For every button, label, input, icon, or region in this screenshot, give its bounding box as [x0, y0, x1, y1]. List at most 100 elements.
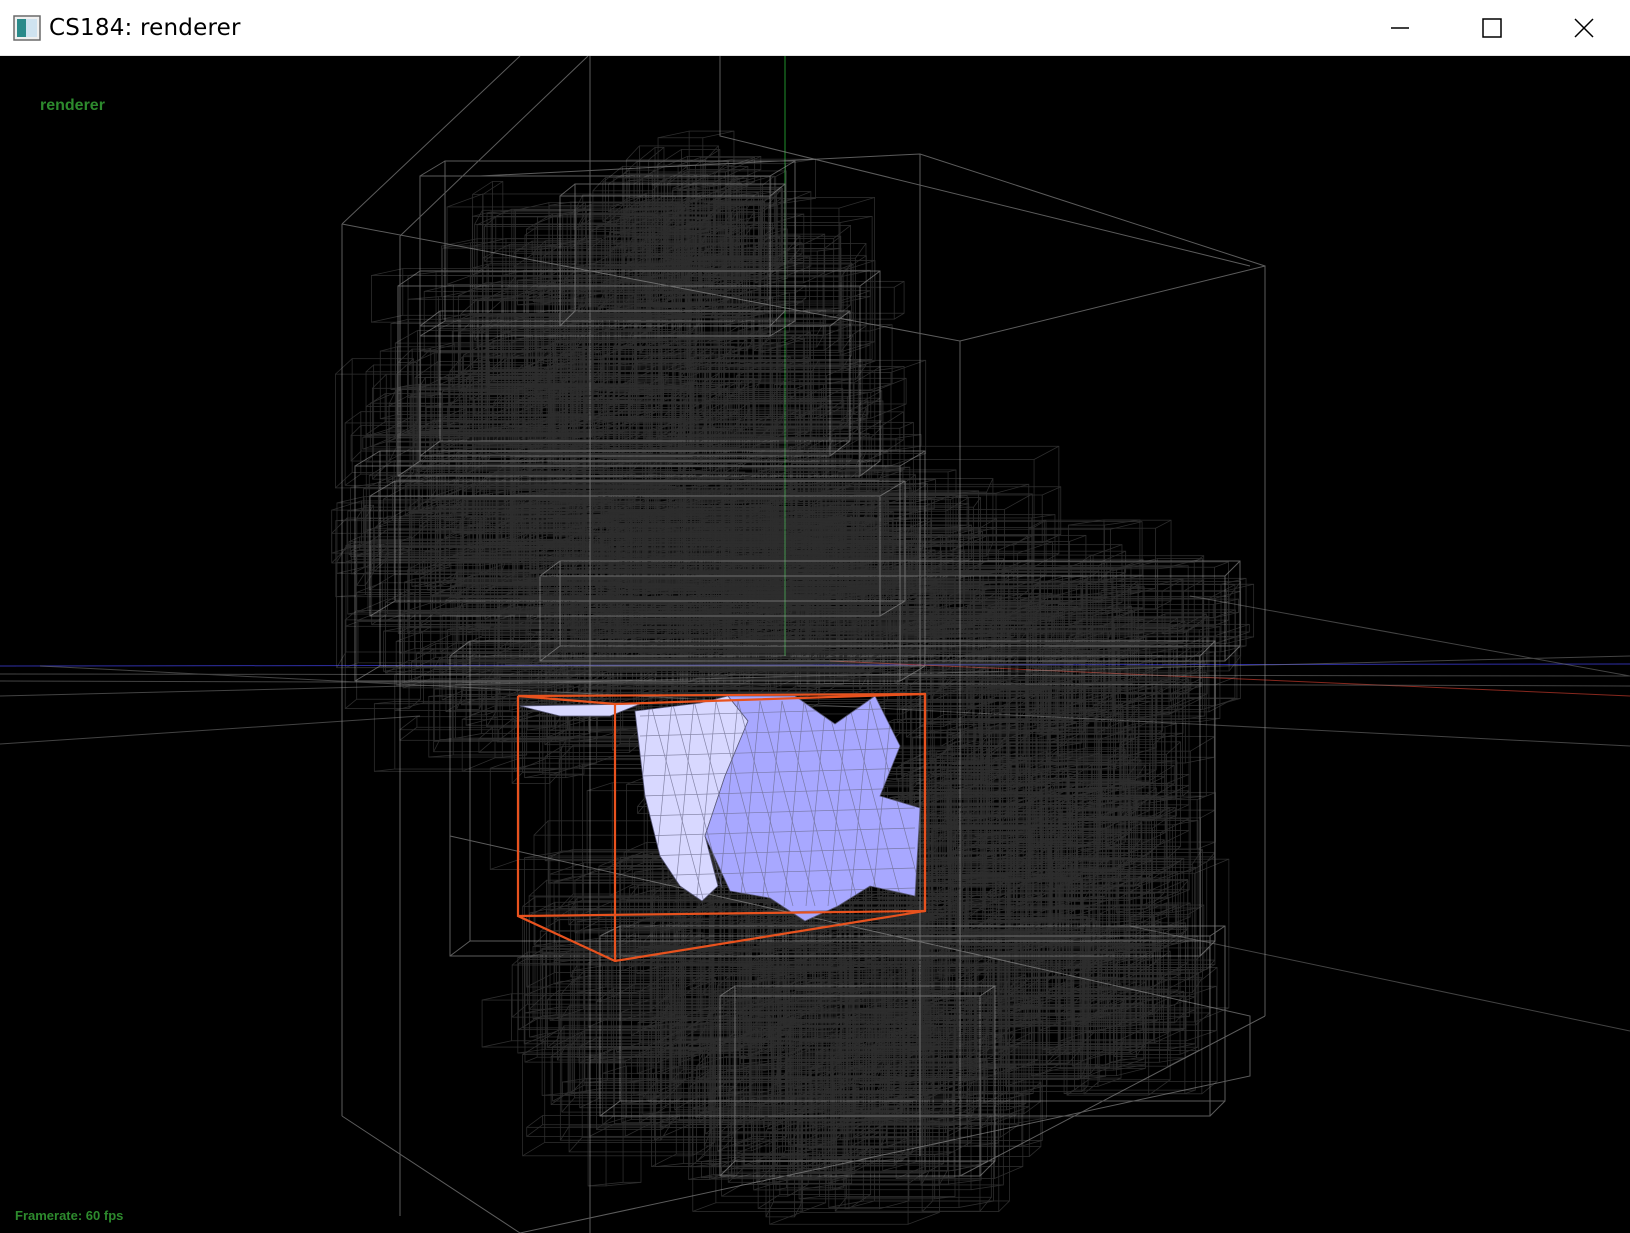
box-edge [725, 353, 740, 365]
box-edge [626, 145, 640, 161]
box-edge [410, 524, 428, 540]
box-edge [372, 374, 387, 389]
box-edge [656, 149, 682, 166]
minimize-button[interactable] [1354, 0, 1446, 56]
box-edge [344, 698, 357, 709]
box-edge [1069, 534, 1087, 542]
box-edge [482, 181, 504, 195]
box-edge [794, 285, 807, 294]
box-edge [897, 718, 906, 723]
box-edge [419, 160, 446, 177]
box-edge [772, 213, 804, 224]
box-edge [1004, 493, 1033, 510]
box-edge [838, 197, 875, 209]
maximize-icon [1482, 18, 1502, 38]
box-edge [899, 422, 914, 429]
box-edge [859, 460, 881, 477]
box-edge [943, 653, 952, 661]
box-edge [839, 216, 873, 223]
box-edge [1224, 645, 1241, 662]
root-box-edge [341, 56, 521, 225]
box-edge [369, 574, 395, 591]
box-edge [486, 298, 504, 315]
box-back-face [490, 211, 577, 264]
box-edge [739, 339, 747, 348]
box-edge [894, 312, 905, 320]
box-edge [366, 393, 386, 407]
grid-line [1129, 925, 1630, 1032]
box-edge [1068, 519, 1105, 526]
box-edge [986, 478, 994, 493]
box-edge [657, 130, 690, 139]
box-edge [822, 263, 854, 277]
box-edge [995, 483, 1029, 494]
box-edge [460, 298, 479, 315]
render-viewport[interactable]: renderer Framerate: 60 fps [0, 56, 1630, 1233]
box-edge [623, 161, 638, 175]
minimize-icon [1391, 27, 1409, 29]
box-edge [365, 364, 374, 373]
bvh-scene-canvas[interactable] [0, 56, 1630, 1233]
box-edge [604, 321, 620, 332]
box-edge [395, 330, 418, 344]
box-edge [350, 450, 362, 462]
box-edge [407, 271, 437, 276]
box-edge [1155, 519, 1172, 529]
box-edge [639, 147, 656, 161]
box-edge [1104, 519, 1140, 526]
box-edge [1013, 535, 1028, 546]
box-edge [911, 497, 935, 504]
box-edge [345, 621, 359, 627]
box-edge [894, 281, 905, 288]
box-edge [880, 411, 904, 427]
box-edge [823, 337, 841, 351]
bvh-node-box [513, 374, 669, 443]
bvh-node-box [1068, 519, 1141, 598]
box-edge [1006, 680, 1021, 684]
box-edge [446, 193, 483, 208]
box-edge [385, 589, 409, 603]
box-edge [1224, 560, 1241, 577]
box-edge [979, 517, 997, 529]
box-edge [380, 346, 398, 352]
box-edge [843, 260, 876, 271]
grid-line [0, 715, 421, 745]
box-edge [354, 665, 381, 682]
box-edge [870, 377, 907, 393]
box-edge [870, 403, 907, 419]
box-edge [369, 460, 395, 477]
box-edge [1190, 736, 1215, 752]
box-edge [449, 940, 471, 957]
bvh-node-box [344, 610, 421, 709]
box-edge [602, 166, 623, 183]
box-edge [1209, 925, 1226, 937]
box-edge [924, 494, 954, 507]
window-titlebar[interactable]: CS184: renderer [0, 0, 1630, 56]
box-edge [869, 383, 893, 391]
root-box-edge [341, 1115, 521, 1233]
box-edge [509, 335, 533, 344]
box-back-face [1070, 565, 1189, 641]
box-edge [1199, 717, 1220, 723]
box-edge [362, 437, 399, 450]
box-edge [335, 358, 353, 375]
box-edge [371, 268, 403, 276]
box-edge [517, 276, 552, 281]
box-edge [1033, 445, 1060, 460]
box-front-face [1156, 692, 1173, 714]
window-title: CS184: renderer [49, 14, 241, 41]
box-edge [1042, 486, 1061, 496]
maximize-button[interactable] [1446, 0, 1538, 56]
close-button[interactable] [1538, 0, 1630, 56]
box-edge [344, 473, 362, 486]
box-back-face [987, 534, 1035, 562]
box-edge [472, 181, 493, 195]
box-edge [366, 421, 386, 435]
box-edge [705, 145, 719, 161]
box-edge [702, 130, 735, 139]
box-edge [336, 566, 365, 574]
box-edge [397, 270, 421, 287]
box-edge [474, 210, 483, 225]
box-edge [350, 425, 362, 436]
box-edge [383, 667, 403, 672]
